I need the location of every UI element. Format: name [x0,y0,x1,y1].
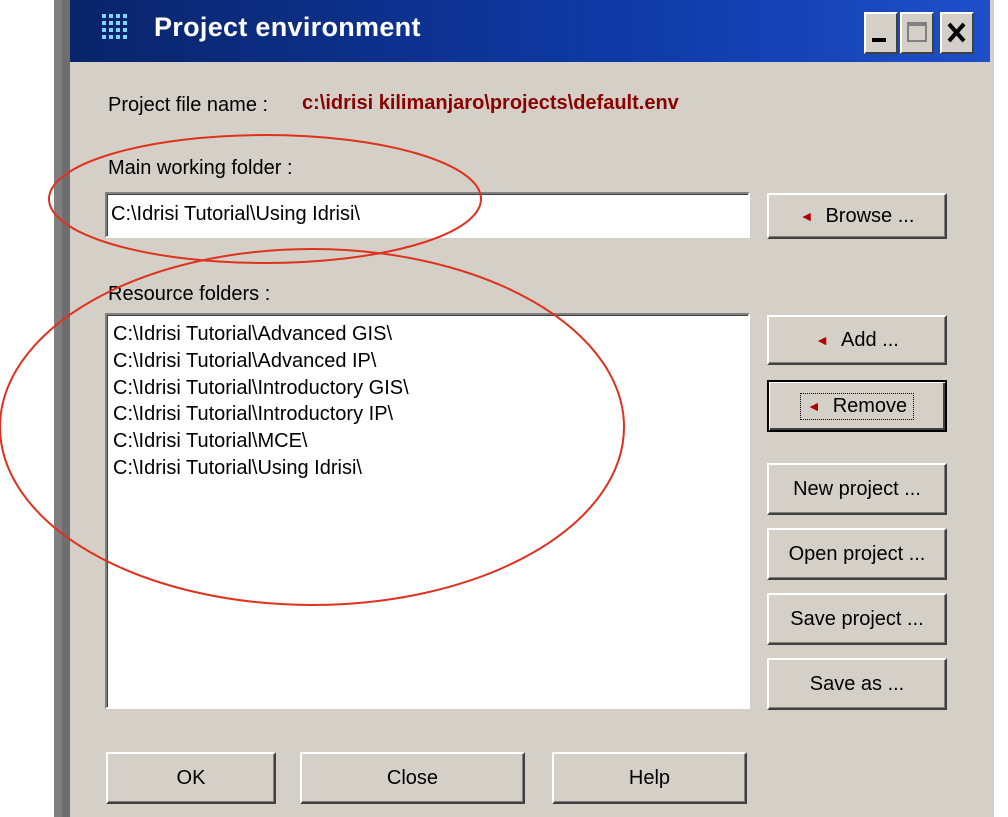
list-item[interactable]: C:\Idrisi Tutorial\Introductory GIS\ [107,375,748,402]
background-left [0,0,54,817]
save-project-label: Save project ... [790,607,924,630]
minimize-button[interactable] [864,12,898,54]
remove-label: Remove [832,394,908,417]
list-item[interactable]: C:\Idrisi Tutorial\Advanced GIS\ [107,321,748,348]
close-label: Close [386,766,439,789]
focus-ring: ◄ Remove [799,392,915,420]
open-project-label: Open project ... [788,542,926,565]
ok-button[interactable]: OK [106,752,276,804]
help-label: Help [628,766,671,789]
browse-button[interactable]: ◄ Browse ... [767,193,947,239]
browse-label: Browse ... [825,204,915,227]
close-button[interactable]: Close [300,752,525,804]
project-file-path: c:\idrisi kilimanjaro\projects\default.e… [302,92,679,114]
save-as-button[interactable]: Save as ... [767,658,947,710]
resource-folders-list[interactable]: C:\Idrisi Tutorial\Advanced GIS\ C:\Idri… [105,313,750,709]
window-title: Project environment [154,12,421,42]
new-project-label: New project ... [793,477,921,500]
list-item[interactable]: C:\Idrisi Tutorial\Introductory IP\ [107,401,748,428]
project-file-label: Project file name : [108,94,269,116]
dot-grid-icon [102,14,127,39]
maximize-button[interactable] [900,12,934,54]
remove-button[interactable]: ◄ Remove [767,380,947,432]
triangle-left-icon: ◄ [815,332,830,348]
new-project-button[interactable]: New project ... [767,463,947,515]
close-icon [947,22,966,43]
ok-label: OK [176,766,206,789]
background-right [994,0,1008,817]
maximize-icon [907,22,927,42]
main-folder-field[interactable] [105,192,750,238]
save-project-button[interactable]: Save project ... [767,593,947,645]
list-item[interactable]: C:\Idrisi Tutorial\Using Idrisi\ [107,455,748,482]
help-button[interactable]: Help [552,752,747,804]
add-label: Add ... [841,328,899,351]
title-bar[interactable]: Project environment [70,0,990,62]
triangle-left-icon: ◄ [799,208,814,224]
list-item[interactable]: C:\Idrisi Tutorial\Advanced IP\ [107,348,748,375]
triangle-left-icon: ◄ [806,398,821,414]
main-folder-label: Main working folder : [108,157,293,179]
main-folder-input[interactable] [111,200,741,228]
resource-folders-label: Resource folders : [108,283,271,305]
close-window-button[interactable] [940,12,974,54]
save-as-label: Save as ... [809,672,905,695]
open-project-button[interactable]: Open project ... [767,528,947,580]
add-button[interactable]: ◄ Add ... [767,315,947,365]
minimize-icon [872,38,886,42]
list-item[interactable]: C:\Idrisi Tutorial\MCE\ [107,428,748,455]
